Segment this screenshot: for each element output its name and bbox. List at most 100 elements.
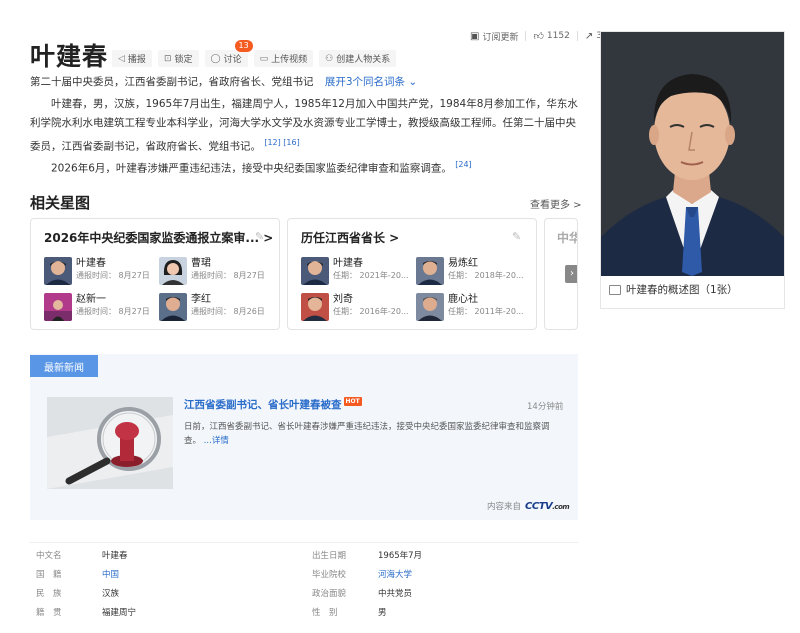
person-name: 易炼红: [448, 258, 478, 269]
info-value: 汉族: [102, 589, 120, 599]
chat-icon: ◯: [210, 53, 221, 64]
card-title[interactable]: 历任江西省省长 >: [301, 229, 399, 246]
subtitle-text: 第二十届中央委员，江西省委副书记，省政府省长、党组书记: [30, 76, 314, 88]
person-name: 鹿心社: [448, 294, 478, 305]
news-tab[interactable]: 最新新闻: [30, 355, 98, 377]
cctv-logo[interactable]: CCTV.com: [525, 501, 570, 512]
lock-button[interactable]: ⊡ 锁定: [157, 50, 199, 67]
people-icon: ⚇: [325, 53, 334, 64]
info-row: 政治面貌 中共党员: [312, 585, 412, 604]
basic-info-table: 中文名 叶建春 国 籍 中国 民 族 汉族 籍 贯 福建周宁 出生日期 1965年7月 毕…: [30, 542, 578, 618]
related-card[interactable]: 2026年中央纪委国家监委通报立案审... > ✎ 叶建春 通报时间： 8月27…: [30, 218, 280, 330]
info-label: 国 籍: [36, 570, 62, 580]
divider: [576, 31, 578, 41]
avatar: [301, 293, 329, 321]
card-title[interactable]: 2026年中央纪委国家监委通报立案审... >: [44, 229, 273, 246]
photo-caption[interactable]: 叶建春的概述图（1张）: [609, 282, 738, 297]
person-info: 通报时间： 8月27日: [191, 271, 265, 280]
entry-summary: 叶建春，男，汉族，1965年7月出生，福建周宁人，1985年12月加入中国共产党…: [30, 95, 585, 157]
news-excerpt: 日前，江西省委副书记、省长叶建春涉嫌严重违纪违法，接受中央纪委国家监委纪律审查和…: [184, 420, 559, 448]
person-info: 任期： 2016年-20...: [333, 307, 409, 316]
news-headline[interactable]: 江西省委副书记、省长叶建春被查 HOT: [184, 397, 362, 412]
info-value: 福建周宁: [102, 608, 137, 618]
news-excerpt-text: 日前，江西省委副书记、省长叶建春涉嫌严重违纪违法，接受中央纪委国家监委纪律审查和…: [184, 422, 550, 446]
avatar: [416, 257, 444, 285]
info-value-link[interactable]: 河海大学: [378, 570, 412, 580]
share-icon: ↗: [584, 30, 594, 42]
paragraph-text: 2026年6月，叶建春涉嫌严重违纪违法，接受中央纪委国家监委纪律审查和监察调查。: [51, 162, 452, 175]
news-time: 14分钟前: [527, 402, 564, 412]
avatar: [159, 257, 187, 285]
person-name: 刘奇: [333, 294, 353, 305]
entry-subtitle: 第二十届中央委员，江西省委副书记，省政府省长、党组书记 展开3个同名词条 ⌄: [30, 74, 417, 89]
person-item[interactable]: 李红 通报时间： 8月26日: [159, 293, 265, 321]
person-info: 任期： 2021年-20...: [333, 271, 409, 280]
portrait-photo[interactable]: [600, 31, 785, 309]
person-name: 李红: [191, 294, 211, 305]
info-row: 出生日期 1965年7月: [312, 547, 422, 566]
magnifier-image: [47, 397, 173, 489]
gallery-icon: [609, 284, 621, 295]
person-name: 曹珺: [191, 258, 211, 269]
entry-actions: ◁ 播报 ⊡ 锁定 ◯ 讨论 13 ▭ 上传视频 ⚇ 创建人物关系: [112, 40, 397, 67]
action-label: 创建人物关系: [336, 55, 391, 65]
related-section-title: 相关星图: [30, 194, 91, 212]
info-label: 出生日期: [312, 551, 347, 561]
discuss-button[interactable]: ◯ 讨论 13: [204, 40, 253, 67]
broadcast-button[interactable]: ◁ 播报: [112, 50, 152, 67]
person-info: 任期： 2018年-20...: [448, 271, 524, 280]
info-value-link[interactable]: 中国: [102, 570, 119, 580]
action-label: 上传视频: [271, 55, 308, 65]
avatar: [44, 257, 72, 285]
divider: [525, 31, 527, 41]
person-item[interactable]: 鹿心社 任期： 2011年-20...: [416, 293, 524, 321]
entry-title: 叶建春: [30, 42, 109, 71]
news-thumbnail[interactable]: [47, 397, 173, 489]
speaker-icon: ◁: [118, 53, 125, 64]
info-row: 性 别男: [312, 604, 387, 623]
entry-paragraph: 2026年6月，叶建春涉嫌严重违纪违法，接受中央纪委国家监委纪律审查和监察调查。…: [30, 155, 585, 179]
entry-meta-bar: ▣ 订阅更新 👍︎ 1152 ↗ 345: [470, 28, 613, 44]
lock-icon: ⊡: [163, 53, 172, 64]
related-more-link[interactable]: 查看更多 >: [530, 196, 582, 211]
upload-video-button[interactable]: ▭ 上传视频: [253, 50, 314, 67]
create-relation-button[interactable]: ⚇ 创建人物关系: [319, 50, 397, 67]
info-label: 政治面貌: [312, 589, 347, 599]
info-value: 男: [378, 608, 387, 618]
info-label: 中文名: [36, 551, 62, 561]
hot-badge: HOT: [343, 397, 362, 406]
avatar: [301, 257, 329, 285]
related-card[interactable]: 历任江西省省长 > ✎ 叶建春 任期： 2021年-20... 易炼红 任期： …: [287, 218, 537, 330]
like-count[interactable]: 1152: [547, 31, 570, 41]
person-name: 赵新一: [76, 294, 106, 305]
related-card-partial[interactable]: 中华 ›: [544, 218, 578, 330]
paragraph-ref[interactable]: [24]: [455, 160, 471, 169]
avatar: [159, 293, 187, 321]
person-name: 叶建春: [333, 258, 363, 269]
person-item[interactable]: 赵新一 通报时间： 8月27日: [44, 293, 150, 321]
subscribe-button[interactable]: 订阅更新: [482, 30, 518, 43]
avatar: [416, 293, 444, 321]
person-item[interactable]: 叶建春 任期： 2021年-20...: [301, 257, 409, 285]
person-item[interactable]: 刘奇 任期： 2016年-20...: [301, 293, 409, 321]
news-detail-link[interactable]: ...详情: [204, 436, 229, 446]
info-row: 民 族 汉族: [36, 585, 119, 604]
info-value: 中共党员: [378, 589, 413, 599]
action-label: 讨论: [223, 55, 242, 65]
person-item[interactable]: 叶建春 通报时间： 8月27日: [44, 257, 150, 285]
expand-same-name-link[interactable]: 展开3个同名词条 ⌄: [325, 76, 417, 88]
person-item[interactable]: 曹珺 通报时间： 8月27日: [159, 257, 265, 285]
news-source: 内容来自 CCTV.com: [487, 500, 570, 513]
news-headline-text[interactable]: 江西省委副书记、省长叶建春被查: [184, 399, 342, 411]
person-name: 叶建春: [76, 258, 106, 269]
person-info: 通报时间： 8月27日: [76, 271, 150, 280]
video-icon: ▭: [259, 53, 269, 64]
carousel-next-arrow[interactable]: ›: [565, 265, 577, 283]
person-item[interactable]: 易炼红 任期： 2018年-20...: [416, 257, 524, 285]
action-label: 锁定: [174, 55, 193, 65]
edit-icon[interactable]: ✎: [512, 230, 521, 243]
info-value: 1965年7月: [378, 551, 423, 561]
photo-caption-text: 叶建春的概述图（1张）: [626, 284, 738, 296]
summary-refs[interactable]: [12] [16]: [264, 138, 299, 147]
edit-icon[interactable]: ✎: [255, 230, 264, 243]
